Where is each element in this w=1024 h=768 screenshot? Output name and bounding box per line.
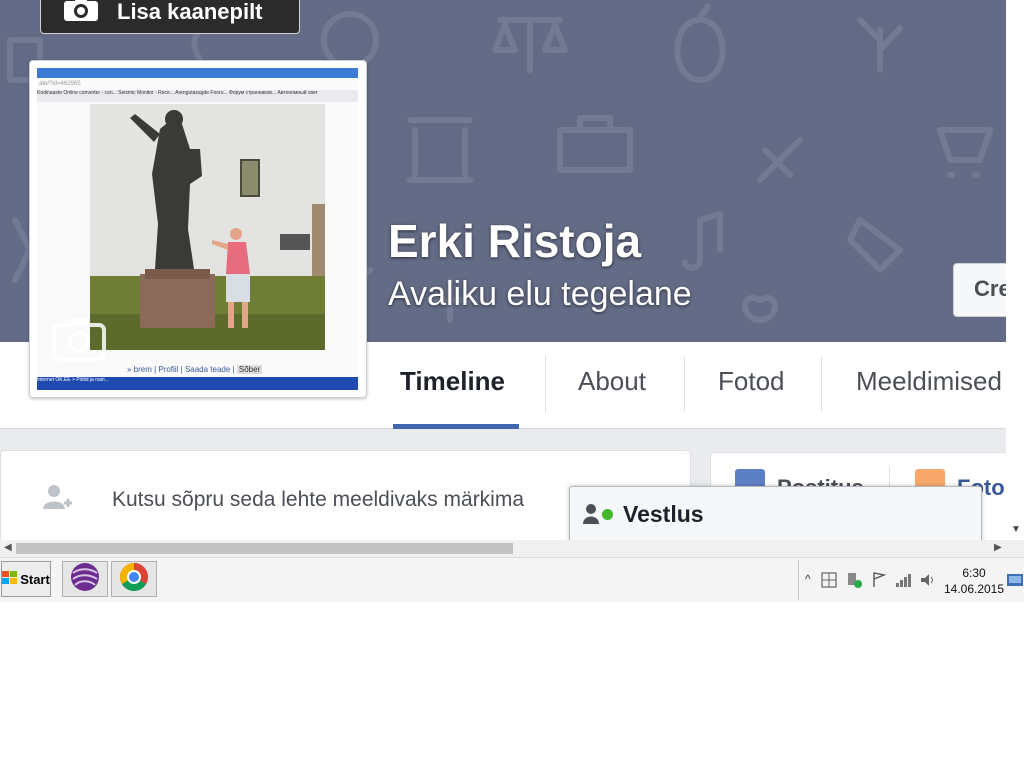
profile-picture[interactable]: ate/?id=462965 Kodinaaste Online convert… bbox=[29, 60, 367, 398]
vertical-scrollbar[interactable]: ▼ bbox=[1006, 0, 1024, 540]
taskbar-app-telia[interactable] bbox=[62, 561, 108, 597]
tab-divider bbox=[684, 356, 685, 412]
tab-divider bbox=[821, 356, 822, 412]
browser-viewport: Lisa kaanepilt Erki Ristoja Avaliku elu … bbox=[0, 0, 1006, 540]
start-button[interactable]: Start bbox=[1, 561, 51, 597]
page-title[interactable]: Erki Ristoja bbox=[388, 214, 641, 268]
clock-time[interactable]: 6:30 bbox=[939, 566, 1009, 580]
add-cover-label: Lisa kaanepilt bbox=[117, 0, 263, 24]
scrollbar-corner bbox=[1006, 540, 1024, 557]
create-button-label: Cre bbox=[974, 276, 1006, 301]
tab-meeldimised[interactable]: Meeldimised bbox=[856, 366, 1002, 397]
online-status-icon bbox=[602, 509, 613, 520]
add-cover-button[interactable]: Lisa kaanepilt bbox=[40, 0, 300, 34]
horizontal-scrollbar[interactable]: ◀ ▶ bbox=[0, 540, 1006, 557]
start-label: Start bbox=[20, 571, 50, 587]
chat-label: Vestlus bbox=[623, 501, 704, 527]
tab-timeline[interactable]: Timeline bbox=[400, 366, 505, 397]
screenshot-links-text: » brem | Profiil | Saada teade | bbox=[127, 365, 235, 374]
safe-remove-icon[interactable] bbox=[845, 571, 863, 594]
active-tab-indicator bbox=[393, 424, 519, 429]
screenshot-bookmarks: Kodinaaste Online converter - con... Sei… bbox=[37, 90, 358, 102]
chrome-icon bbox=[118, 561, 150, 598]
screenshot-links: » brem | Profiil | Saada teade | Sõber bbox=[127, 365, 263, 374]
invite-friends-link[interactable]: Kutsu sõpru seda lehte meeldivaks märkim… bbox=[112, 488, 524, 512]
screenshot-title-bar bbox=[37, 68, 358, 78]
horizontal-scroll-thumb[interactable] bbox=[16, 543, 513, 554]
windows-logo-icon bbox=[2, 570, 18, 588]
show-desktop-icon[interactable] bbox=[1007, 574, 1023, 593]
system-tray: ^ 6:30 14.06.2015 bbox=[798, 560, 1024, 600]
chat-tab[interactable]: Vestlus bbox=[569, 486, 982, 540]
volume-icon[interactable] bbox=[919, 572, 937, 593]
flag-icon[interactable] bbox=[871, 572, 887, 593]
screenshot-url: ate/?id=462965 bbox=[39, 81, 81, 87]
scroll-down-icon[interactable]: ▼ bbox=[1011, 524, 1021, 535]
screenshot-friend-button: Sõber bbox=[236, 365, 263, 374]
show-hidden-icons-icon[interactable]: ^ bbox=[805, 572, 811, 586]
taskbar-app-chrome[interactable] bbox=[111, 561, 157, 597]
scroll-right-icon[interactable]: ▶ bbox=[994, 542, 1002, 553]
page-category[interactable]: Avaliku elu tegelane bbox=[388, 275, 692, 314]
add-friend-icon bbox=[43, 483, 73, 520]
create-button[interactable]: Cre bbox=[953, 263, 1006, 317]
camera-icon bbox=[63, 0, 99, 28]
tab-fotod[interactable]: Fotod bbox=[718, 366, 785, 397]
network-signal-icon[interactable] bbox=[895, 572, 913, 593]
tab-about[interactable]: About bbox=[578, 366, 646, 397]
clock-date[interactable]: 14.06.2015 bbox=[939, 582, 1009, 596]
tab-divider bbox=[545, 356, 546, 412]
statue-photo bbox=[90, 104, 325, 350]
windows-taskbar: Start ^ 6:30 14.06.2015 bbox=[0, 557, 1024, 602]
camera-icon[interactable] bbox=[52, 317, 106, 366]
person-icon bbox=[582, 503, 602, 530]
telia-icon bbox=[69, 561, 101, 598]
screenshot-taskbar: Internet OK.EE > Pildid ja nain... bbox=[37, 377, 358, 390]
action-center-icon[interactable] bbox=[821, 572, 837, 593]
scroll-left-icon[interactable]: ◀ bbox=[4, 542, 12, 553]
